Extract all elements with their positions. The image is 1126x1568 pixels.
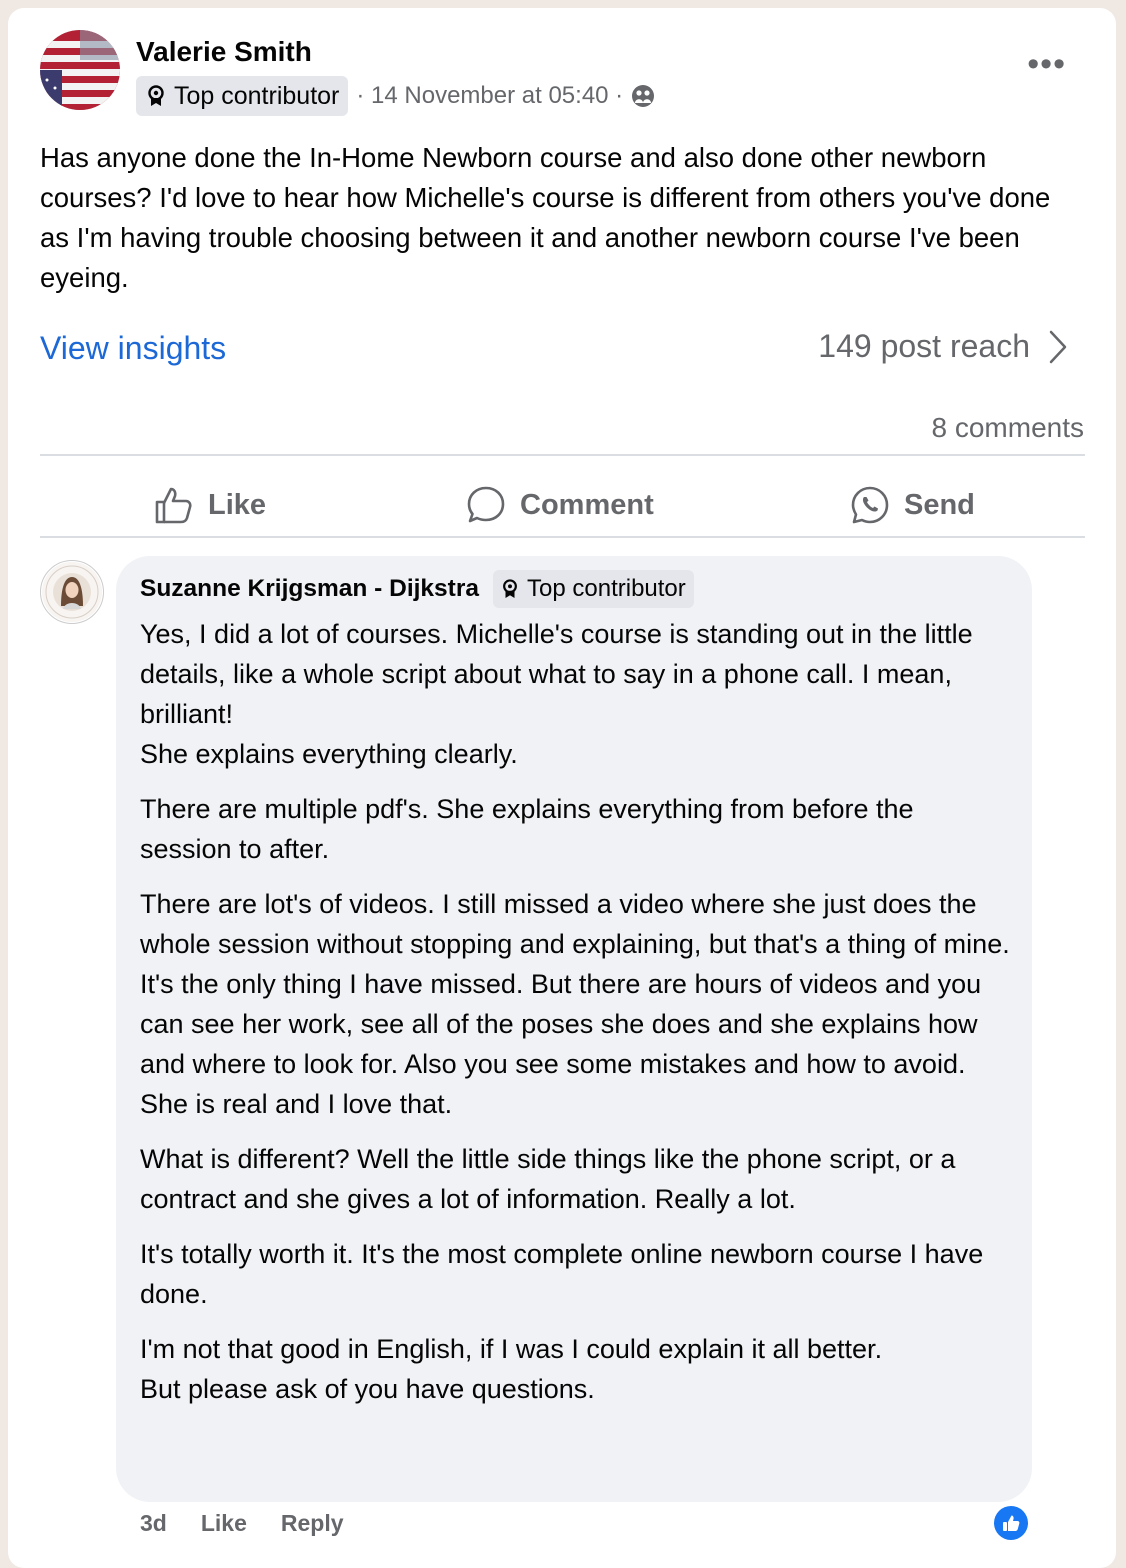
comment-line: There are lot's of videos. I still misse… xyxy=(140,889,1010,1119)
comment-like-button[interactable]: Like xyxy=(201,1510,247,1537)
comment-line: I'm not that good in English, if I was I… xyxy=(140,1334,883,1364)
comment-line: It's totally worth it. It's the most com… xyxy=(140,1239,984,1309)
badge-icon xyxy=(503,579,517,598)
post-meta: Top contributor · 14 November at 05:40 · xyxy=(136,76,655,116)
whatsapp-icon xyxy=(851,486,889,524)
send-label: Send xyxy=(904,488,975,521)
post-reach-label: 149 post reach xyxy=(818,328,1030,364)
comment-button[interactable]: Comment xyxy=(466,464,654,546)
comments-count[interactable]: 8 comments xyxy=(932,412,1085,444)
post-card: Valerie Smith Top contributor · 14 Novem… xyxy=(8,8,1116,1568)
comment-label: Comment xyxy=(520,488,654,521)
comment-text: Yes, I did a lot of courses. Michelle's … xyxy=(140,614,1010,1424)
badge-label: Top contributor xyxy=(174,81,340,110)
comment-paragraph: It's totally worth it. It's the most com… xyxy=(140,1234,1010,1314)
more-options-icon[interactable]: ••• xyxy=(1027,47,1066,81)
comment-paragraph: There are lot's of videos. I still misse… xyxy=(140,884,1010,1124)
post-reach[interactable]: 149 post reach xyxy=(818,328,1068,365)
divider xyxy=(40,536,1085,538)
comment-age[interactable]: 3d xyxy=(140,1510,167,1537)
comment-bubble: Suzanne Krijgsman - Dijkstra Top contrib… xyxy=(116,556,1032,1502)
comment-line: Yes, I did a lot of courses. Michelle's … xyxy=(140,619,973,729)
like-label: Like xyxy=(208,488,267,521)
comment-header: Suzanne Krijgsman - Dijkstra Top contrib… xyxy=(140,570,694,608)
comment-reply-button[interactable]: Reply xyxy=(281,1510,344,1537)
comment-paragraph: Yes, I did a lot of courses. Michelle's … xyxy=(140,614,1010,774)
thumbs-up-icon xyxy=(155,487,192,524)
comment-bubble-icon xyxy=(467,486,505,523)
commenter-name[interactable]: Suzanne Krijgsman - Dijkstra xyxy=(140,575,479,603)
like-button[interactable]: Like xyxy=(154,464,266,546)
divider xyxy=(40,454,1085,456)
badge-label: Top contributor xyxy=(527,575,686,602)
send-button[interactable]: Send xyxy=(850,464,975,546)
action-bar: Like Comment Send xyxy=(40,464,1085,546)
comment-paragraph: There are multiple pdf's. She explains e… xyxy=(140,789,1010,869)
group-icon xyxy=(631,84,655,108)
comment-paragraph: I'm not that good in English, if I was I… xyxy=(140,1329,1010,1409)
comment-line: What is different? Well the little side … xyxy=(140,1144,956,1214)
badge-icon xyxy=(148,85,164,106)
post-text: Has anyone done the In-Home Newborn cour… xyxy=(40,142,1051,293)
author-avatar[interactable] xyxy=(40,30,120,110)
top-contributor-badge[interactable]: Top contributor xyxy=(493,570,694,608)
commenter-avatar[interactable] xyxy=(40,560,104,624)
chevron-right-icon xyxy=(1049,330,1067,363)
comment-line: But please ask of you have questions. xyxy=(140,1374,595,1404)
like-reaction-icon[interactable] xyxy=(994,1506,1028,1540)
post-timestamp[interactable]: · 14 November at 05:40 · xyxy=(356,82,623,110)
author-name[interactable]: Valerie Smith xyxy=(136,36,312,68)
comment-line: There are multiple pdf's. She explains e… xyxy=(140,794,914,864)
comment-paragraph: What is different? Well the little side … xyxy=(140,1139,1010,1219)
comment-line: She explains everything clearly. xyxy=(140,739,518,769)
view-insights-link[interactable]: View insights xyxy=(40,330,226,367)
comment-footer: 3d Like Reply xyxy=(140,1510,344,1537)
top-contributor-badge[interactable]: Top contributor xyxy=(136,76,349,116)
